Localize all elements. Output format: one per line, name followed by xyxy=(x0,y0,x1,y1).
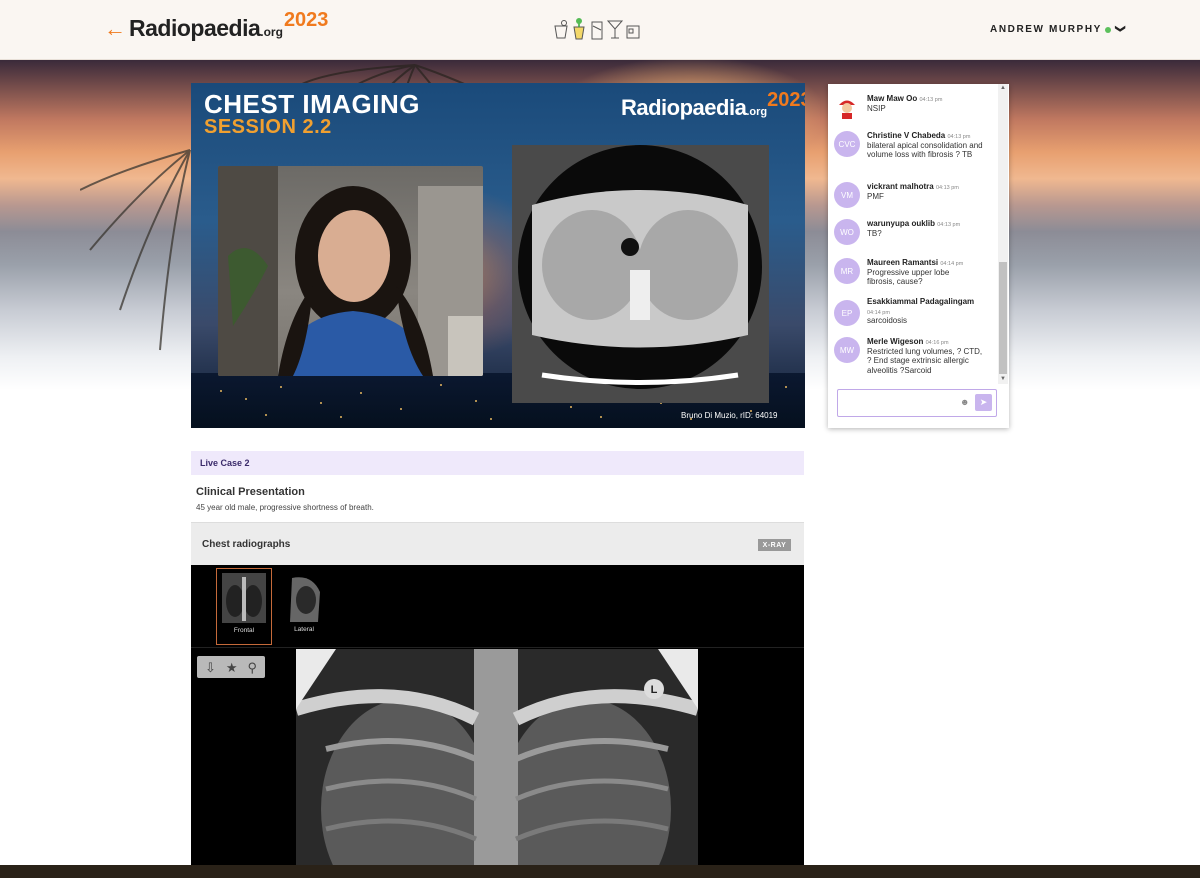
logo-name: Radiopaedia xyxy=(129,15,261,41)
ct-scan-drawing xyxy=(518,145,762,389)
drink-icons xyxy=(553,18,641,40)
frontal-xray-thumb xyxy=(222,573,266,623)
chat-message: Maw Maw Oo 04:13 pm NSIP xyxy=(834,94,994,120)
avatar: MW xyxy=(834,337,860,363)
chat-message: MR Maureen Ramantsi 04:14 pm Progressive… xyxy=(834,258,994,287)
send-icon: ➤ xyxy=(979,397,988,407)
chat-author: Maureen Ramantsi xyxy=(867,258,939,267)
mario-avatar-icon xyxy=(835,95,859,119)
image-credit: Bruno Di Muzio, rID: 64019 xyxy=(681,411,778,420)
avatar: CVC xyxy=(834,131,860,157)
scroll-down-icon[interactable]: ▼ xyxy=(1000,376,1006,382)
video-logo-year: 2023 xyxy=(767,89,805,111)
scrollbar-thumb[interactable] xyxy=(999,262,1007,374)
avatar: EP xyxy=(834,300,860,326)
chat-time: 04:14 pm xyxy=(940,261,964,267)
chat-author: vickrant malhotra xyxy=(867,182,934,191)
online-status-icon xyxy=(1104,26,1111,33)
send-button[interactable]: ➤ xyxy=(975,394,992,411)
chat-time: 04:14 pm xyxy=(867,309,890,316)
star-icon[interactable]: ★ xyxy=(226,661,238,674)
viewer-toolbar: ⇩ ★ ⚲ xyxy=(197,656,265,678)
chat-text: Restricted lung volumes, ? CTD, ? End st… xyxy=(867,346,983,375)
session-subtitle: SESSION 2.2 xyxy=(204,116,332,138)
video-logo-org: .org xyxy=(746,106,768,118)
bottom-bar xyxy=(0,865,1200,878)
logo-year: 2023 xyxy=(283,9,329,31)
chat-time: 04:13 pm xyxy=(947,134,971,140)
chat-author: Merle Wigeson xyxy=(867,337,924,346)
cocktail-icon xyxy=(554,20,568,39)
scroll-up-icon[interactable]: ▲ xyxy=(1000,85,1006,91)
chat-author: Maw Maw Oo xyxy=(867,94,918,103)
chat-time: 04:16 pm xyxy=(925,340,949,346)
presenter-silhouette xyxy=(218,166,483,376)
martini-icon xyxy=(607,20,623,39)
chat-time: 04:13 pm xyxy=(919,97,943,103)
chat-message: MW Merle Wigeson 04:16 pm Restricted lun… xyxy=(834,337,994,375)
video-logo-name: Radiopaedia xyxy=(621,95,747,120)
download-icon[interactable]: ⇩ xyxy=(205,661,216,674)
chat-message: VM vickrant malhotra 04:13 pm PMF xyxy=(834,182,994,208)
avatar: WO xyxy=(834,219,860,245)
clinical-presentation-title: Clinical Presentation xyxy=(196,486,305,498)
chat-message: CVC Christine V Chabeda 04:13 pm bilater… xyxy=(834,131,994,160)
palm-leaves-left xyxy=(80,149,191,351)
thumbnail-lateral[interactable]: Lateral xyxy=(277,568,333,645)
beer-icon xyxy=(591,21,603,40)
chat-input[interactable] xyxy=(838,390,953,414)
presenter-webcam xyxy=(218,166,483,376)
laterality-marker: L xyxy=(651,684,658,696)
tumbler-icon xyxy=(626,25,640,39)
user-name: ANDREW MURPHY xyxy=(990,24,1102,35)
lateral-xray-thumb xyxy=(282,572,326,622)
chat-text: NSIP xyxy=(867,103,886,113)
chat-message-list[interactable]: Maw Maw Oo 04:13 pm NSIP CVC Christine V… xyxy=(828,84,998,384)
video-logo: Radiopaedia .org 2023 xyxy=(621,89,805,121)
avatar xyxy=(834,94,860,120)
thumbnail-label: Lateral xyxy=(294,626,314,633)
radiopaedia-logo[interactable]: ← Radiopaedia .org 2023 xyxy=(104,9,328,42)
thumbnail-strip: Frontal Lateral xyxy=(191,565,804,648)
avatar: MR xyxy=(834,258,860,284)
chat-author: warunyupa ouklib xyxy=(867,219,936,228)
emoji-icon[interactable]: ☻ xyxy=(960,397,970,407)
back-arrow-icon: ← xyxy=(104,16,126,41)
session-title: CHEST IMAGING xyxy=(204,89,420,119)
study-title: Chest radiographs xyxy=(202,539,291,550)
chat-text: bilateral apical consolidation and volum… xyxy=(867,140,983,160)
chat-author: Christine V Chabeda xyxy=(867,131,946,140)
chat-input-box[interactable]: ☻ ➤ xyxy=(837,389,997,417)
pin-icon[interactable]: ⚲ xyxy=(247,661,257,674)
live-case-label: Live Case 2 xyxy=(191,451,804,475)
modality-badge: X-RAY xyxy=(758,539,791,551)
thumbnail-frontal[interactable]: Frontal xyxy=(216,568,272,645)
avatar: VM xyxy=(834,182,860,208)
chat-time: 04:13 pm xyxy=(935,185,959,191)
clinical-presentation-text: 45 year old male, progressive shortness … xyxy=(196,503,374,512)
user-menu[interactable]: ANDREW MURPHY ❯ xyxy=(990,24,1125,35)
chat-text: TB? xyxy=(867,228,882,238)
chat-text: sarcoidosis xyxy=(867,316,908,326)
tropical-drink-icon xyxy=(573,18,585,40)
chest-xray-drawing: L xyxy=(296,649,698,865)
chat-message: EP Esakkiammal Padagalingam 04:14 pm sarc… xyxy=(834,297,994,326)
study-header[interactable]: Chest radiographs X-RAY xyxy=(191,522,804,565)
chat-scrollbar[interactable]: ▲ ▼ xyxy=(998,84,1008,384)
chat-panel: Maw Maw Oo 04:13 pm NSIP CVC Christine V… xyxy=(828,84,1009,428)
chat-text: Progressive upper lobe fibrosis, cause? xyxy=(867,267,950,287)
video-player[interactable]: CHEST IMAGING SESSION 2.2 Radiopaedia .o… xyxy=(191,83,805,428)
chest-xray-image[interactable]: L xyxy=(296,649,698,865)
chat-author: Esakkiammal Padagalingam xyxy=(867,297,975,306)
image-viewer[interactable]: Frontal Lateral ⇩ ★ ⚲ L xyxy=(191,565,804,865)
chat-time: 04:13 pm xyxy=(937,222,961,228)
site-header: ← Radiopaedia .org 2023 ANDREW MURPHY ❯ xyxy=(0,0,1200,60)
ct-scan-image xyxy=(512,145,769,403)
chat-message: WO warunyupa ouklib 04:13 pm TB? xyxy=(834,219,994,245)
chat-text: PMF xyxy=(867,191,884,201)
thumbnail-label: Frontal xyxy=(233,627,255,634)
logo-org: .org xyxy=(260,25,283,39)
chevron-down-icon: ❯ xyxy=(1114,24,1126,35)
